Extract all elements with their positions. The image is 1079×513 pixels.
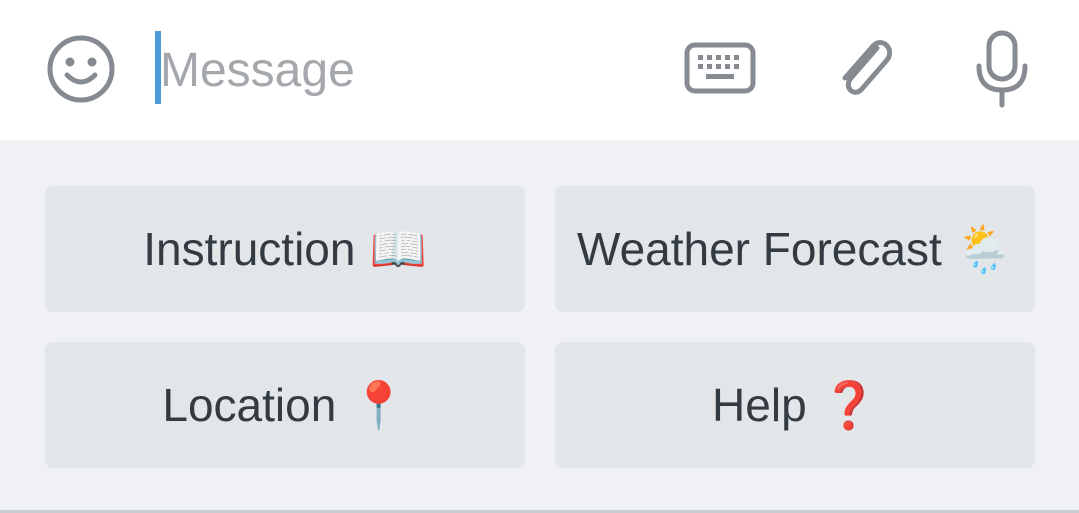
instruction-button[interactable]: Instruction 📖 — [45, 186, 525, 312]
reply-keyboard-panel: Instruction 📖 Weather Forecast 🌦️ Locati… — [0, 140, 1079, 510]
paperclip-icon[interactable] — [828, 28, 902, 108]
button-label: Instruction — [143, 223, 356, 275]
button-label: Weather Forecast — [576, 223, 942, 275]
button-label: Location — [162, 379, 337, 431]
help-button[interactable]: Help ❓ — [555, 342, 1035, 468]
question-mark-icon: ❓ — [820, 378, 878, 431]
weather-forecast-button[interactable]: Weather Forecast 🌦️ — [555, 186, 1035, 312]
open-book-icon: 📖 — [369, 222, 427, 275]
microphone-icon[interactable] — [966, 28, 1038, 110]
smiley-icon[interactable] — [40, 30, 122, 108]
keyboard-icon[interactable] — [680, 36, 760, 102]
button-label: Help — [712, 379, 807, 431]
location-button[interactable]: Location 📍 — [45, 342, 525, 468]
message-input[interactable] — [160, 32, 660, 108]
sun-behind-rain-cloud-icon: 🌦️ — [955, 222, 1014, 275]
pushpin-icon: 📍 — [350, 378, 408, 431]
message-input-bar — [0, 0, 1079, 140]
